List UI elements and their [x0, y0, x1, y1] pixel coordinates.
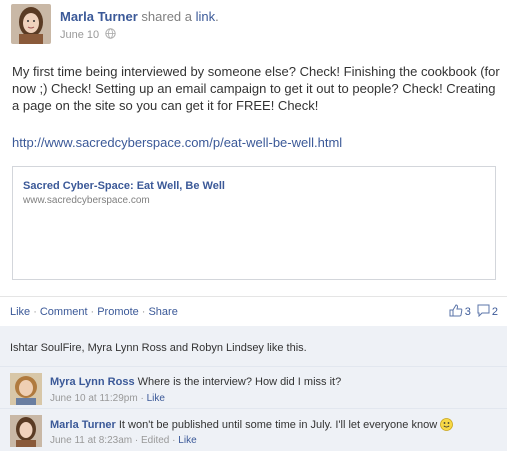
- post-body-text: My first time being interviewed by someo…: [12, 64, 500, 113]
- comment-meta: June 11 at 8:23am · Edited · Like: [50, 435, 197, 446]
- promote-button[interactable]: Promote: [97, 306, 139, 318]
- post-header-line: Marla Turner shared a link.: [60, 9, 219, 24]
- comment-item: Myra Lynn Ross Where is the interview? H…: [0, 366, 507, 409]
- author-avatar[interactable]: [11, 4, 51, 44]
- likes-summary-text: Ishtar SoulFire, Myra Lynn Ross and Roby…: [10, 342, 307, 354]
- separator: ·: [140, 393, 144, 404]
- globe-icon[interactable]: [105, 28, 116, 42]
- comment-count-item[interactable]: 2: [477, 304, 498, 320]
- comment-text: It won't be published until some time in…: [118, 419, 438, 431]
- commenter-name[interactable]: Myra Lynn Ross: [50, 376, 135, 388]
- comment-time[interactable]: June 10 at 11:29pm: [50, 393, 138, 404]
- action-prefix: shared a: [141, 9, 192, 24]
- comment-meta: June 10 at 11:29pm · Like: [50, 393, 165, 404]
- divider: [0, 296, 507, 297]
- likes-summary-bar: Ishtar SoulFire, Myra Lynn Ross and Roby…: [0, 326, 507, 366]
- action-suffix: .: [215, 9, 219, 24]
- link-preview-title[interactable]: Sacred Cyber-Space: Eat Well, Be Well: [23, 180, 225, 192]
- comment-text: Where is the interview? How did I miss i…: [137, 376, 342, 388]
- smiley-icon: [440, 418, 454, 434]
- commenter-name[interactable]: Marla Turner: [50, 419, 116, 431]
- link-preview-card[interactable]: Sacred Cyber-Space: Eat Well, Be Well ww…: [12, 166, 496, 280]
- speech-bubble-icon: [477, 304, 490, 320]
- comment-like-button[interactable]: Like: [178, 435, 196, 446]
- post-date-link[interactable]: June 10: [60, 29, 99, 41]
- edited-label[interactable]: Edited: [141, 435, 169, 446]
- link-preview-domain: www.sacredcyberspace.com: [23, 195, 150, 206]
- post-date-row: June 10: [60, 28, 116, 42]
- separator: ·: [172, 435, 176, 446]
- commenter-avatar[interactable]: [10, 415, 42, 447]
- thumbs-up-icon: [449, 304, 463, 320]
- separator: ·: [33, 306, 37, 318]
- comment-line: Marla Turner It won't be published until…: [50, 418, 454, 434]
- commenter-avatar[interactable]: [10, 373, 42, 405]
- share-button[interactable]: Share: [148, 306, 177, 318]
- post-action-text: shared a link.: [141, 9, 218, 24]
- comment-like-button[interactable]: Like: [147, 393, 165, 404]
- comment-line: Myra Lynn Ross Where is the interview? H…: [50, 376, 341, 388]
- comment-count: 2: [491, 306, 498, 318]
- post-actions-bar: Like · Comment · Promote · Share: [10, 306, 178, 318]
- separator: ·: [90, 306, 95, 318]
- like-count: 3: [464, 306, 471, 318]
- post-url-link[interactable]: http://www.sacredcyberspace.com/p/eat-we…: [12, 135, 342, 150]
- post-counts: 3 2: [449, 304, 498, 320]
- comment-button[interactable]: Comment: [40, 306, 88, 318]
- comment-time[interactable]: June 11 at 8:23am: [50, 435, 132, 446]
- action-link[interactable]: link: [196, 9, 216, 24]
- comment-item: Marla Turner It won't be published until…: [0, 408, 507, 451]
- author-name-link[interactable]: Marla Turner: [60, 9, 138, 24]
- separator: ·: [134, 435, 139, 446]
- like-button[interactable]: Like: [10, 306, 30, 318]
- like-count-item[interactable]: 3: [449, 304, 471, 320]
